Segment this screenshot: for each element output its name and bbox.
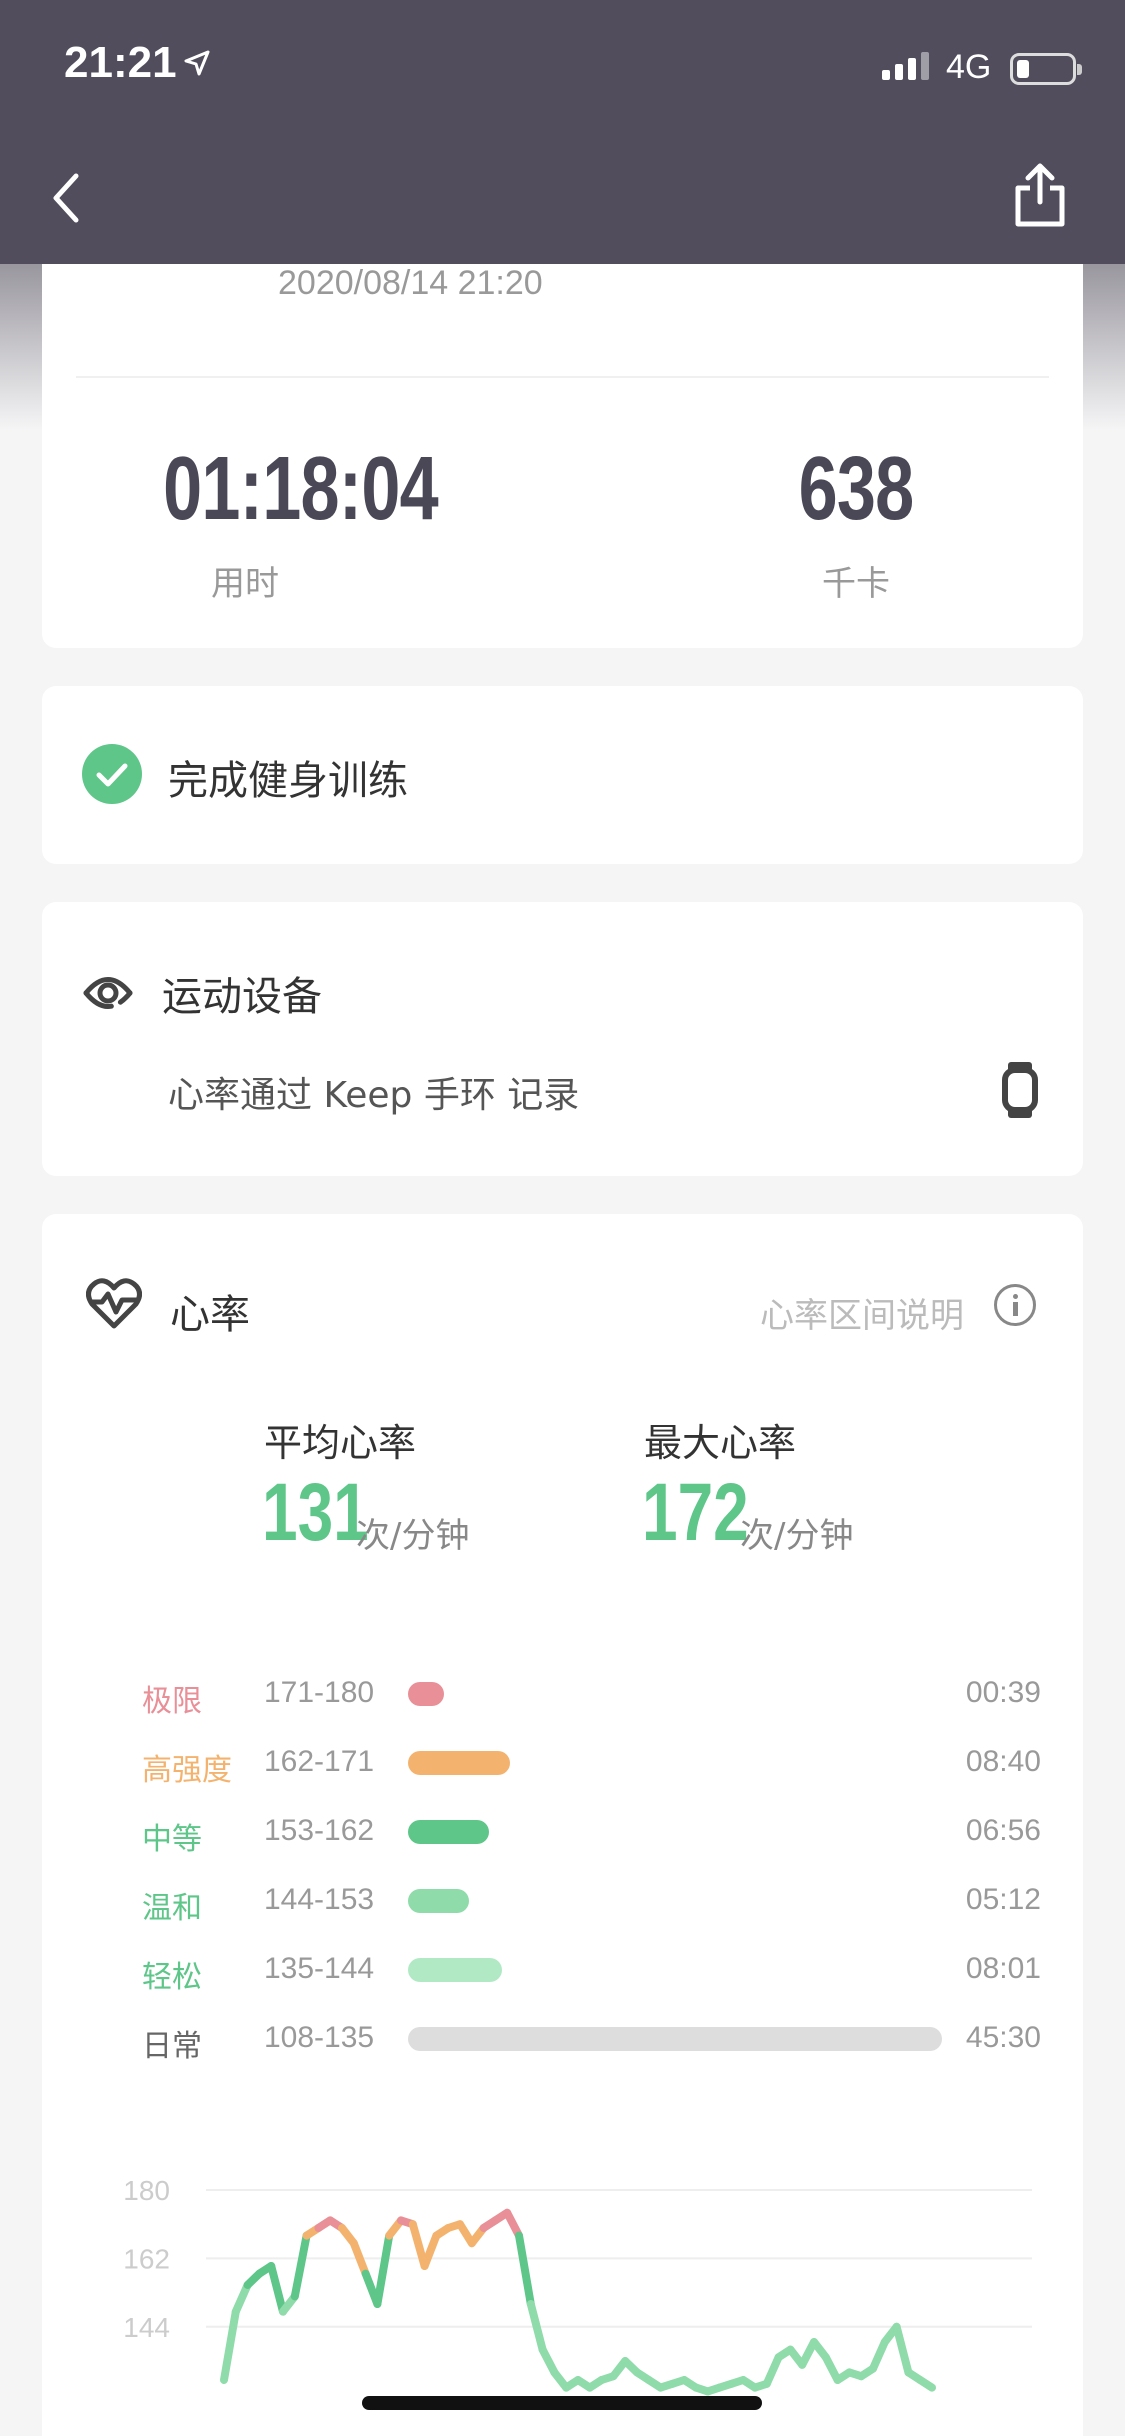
zone-range: 108-135: [264, 2021, 375, 2054]
y-tick-label: 144: [123, 2312, 170, 2343]
zone-time: 05:12: [965, 1883, 1041, 1916]
navigation-bar: 21:21 4G: [0, 0, 1125, 264]
avg-heart-rate-value: 131: [262, 1467, 369, 1558]
zone-row: 极限 171-180 00:39: [42, 1668, 1083, 1719]
zone-time: 08:40: [965, 1745, 1041, 1778]
heart-rate-line-segment: [892, 2322, 913, 2377]
zone-bar: [408, 1751, 510, 1775]
heart-rate-icon: [86, 1278, 142, 1329]
y-tick-label: 162: [123, 2243, 170, 2274]
zone-bar: [408, 1889, 469, 1913]
max-heart-rate-value: 172: [642, 1467, 749, 1558]
network-type: 4G: [946, 48, 992, 86]
heart-rate-line-segment: [373, 2231, 394, 2308]
zone-row: 中等 153-162 06:56: [42, 1806, 1083, 1857]
zone-name: 中等: [142, 1822, 202, 1857]
heart-rate-line-segment: [220, 2307, 240, 2384]
device-card: 运动设备 心率通过 Keep 手环 记录: [42, 902, 1083, 1176]
y-tick-label: 180: [123, 2175, 170, 2206]
share-button[interactable]: [1010, 160, 1070, 230]
location-arrow-icon: [184, 50, 210, 76]
device-sensor-icon: [83, 977, 133, 1009]
zone-bar: [408, 1820, 489, 1844]
heart-rate-line-segment: [267, 2262, 287, 2316]
heart-rate-line-segment: [420, 2231, 441, 2270]
cellular-signal-icon: [882, 52, 929, 80]
status-time: 21:21: [64, 38, 177, 87]
zone-row: 温和 144-153 05:12: [42, 1875, 1083, 1926]
calories-value: 638: [798, 439, 915, 539]
max-heart-rate-unit: 次/分钟: [740, 1516, 854, 1556]
zone-name: 温和: [142, 1891, 202, 1926]
zone-name: 高强度: [142, 1753, 232, 1788]
heart-rate-chart: 180 162 144: [123, 2175, 1032, 2396]
heart-rate-line-segment: [515, 2231, 535, 2308]
zone-bar: [408, 2027, 942, 2051]
watch-icon[interactable]: [1002, 1060, 1038, 1120]
heart-rate-line-segment: [762, 2353, 783, 2388]
divider: [76, 376, 1049, 378]
zone-bar: [408, 1958, 502, 1982]
heart-rate-line-segment: [916, 2376, 936, 2392]
heart-rate-line-segment: [290, 2231, 311, 2301]
back-button[interactable]: [44, 168, 92, 228]
zone-range: 153-162: [264, 1814, 375, 1847]
zone-name: 极限: [142, 1684, 202, 1719]
zone-range: 135-144: [264, 1952, 375, 1985]
info-icon[interactable]: [994, 1284, 1036, 1326]
zone-range: 162-171: [264, 1745, 375, 1778]
device-subtitle: 心率通过 Keep 手环 记录: [168, 1075, 580, 1116]
zone-time: 08:01: [965, 1952, 1041, 1985]
duration-value: 01:18:04: [163, 439, 439, 539]
zone-row: 高强度 162-171 08:40: [42, 1737, 1083, 1788]
zone-bar: [408, 1682, 444, 1706]
battery-icon: [1010, 53, 1082, 85]
zone-range: 144-153: [264, 1883, 375, 1916]
zone-time: 45:30: [965, 2021, 1041, 2054]
calories-label: 千卡: [822, 564, 890, 604]
zone-time: 00:39: [965, 1676, 1041, 1709]
heart-rate-line-segment: [526, 2300, 547, 2354]
zone-name: 轻松: [142, 1960, 202, 1995]
zone-row: 日常 108-135 45:30: [42, 2013, 1083, 2064]
device-title: 运动设备: [162, 974, 322, 1020]
zone-name: 日常: [142, 2029, 202, 2064]
heart-rate-zone-help-link[interactable]: 心率区间说明: [760, 1288, 964, 1337]
completion-label: 完成健身训练: [168, 758, 408, 804]
workout-datetime: 2020/08/14 21:20: [278, 264, 543, 302]
duration-label: 用时: [211, 564, 279, 604]
heart-rate-card: 心率 心率区间说明 平均心率 131 次/分钟 最大心率 172 次/分钟 极限…: [42, 1214, 1083, 2436]
max-heart-rate-label: 最大心率: [644, 1421, 797, 1465]
home-indicator: [362, 2396, 762, 2410]
heart-rate-title: 心率: [170, 1292, 250, 1338]
completion-card: 完成健身训练: [42, 686, 1083, 864]
zone-time: 06:56: [965, 1814, 1041, 1847]
heart-rate-line-segment: [349, 2239, 370, 2278]
check-circle-icon: [82, 744, 142, 804]
zone-range: 171-180: [264, 1676, 375, 1709]
avg-heart-rate-unit: 次/分钟: [356, 1516, 470, 1556]
zone-row: 轻松 135-144 08:01: [42, 1944, 1083, 1995]
avg-heart-rate-label: 平均心率: [264, 1421, 417, 1465]
heart-rate-line-segment: [869, 2338, 889, 2373]
heart-rate-line-segment: [231, 2281, 252, 2316]
